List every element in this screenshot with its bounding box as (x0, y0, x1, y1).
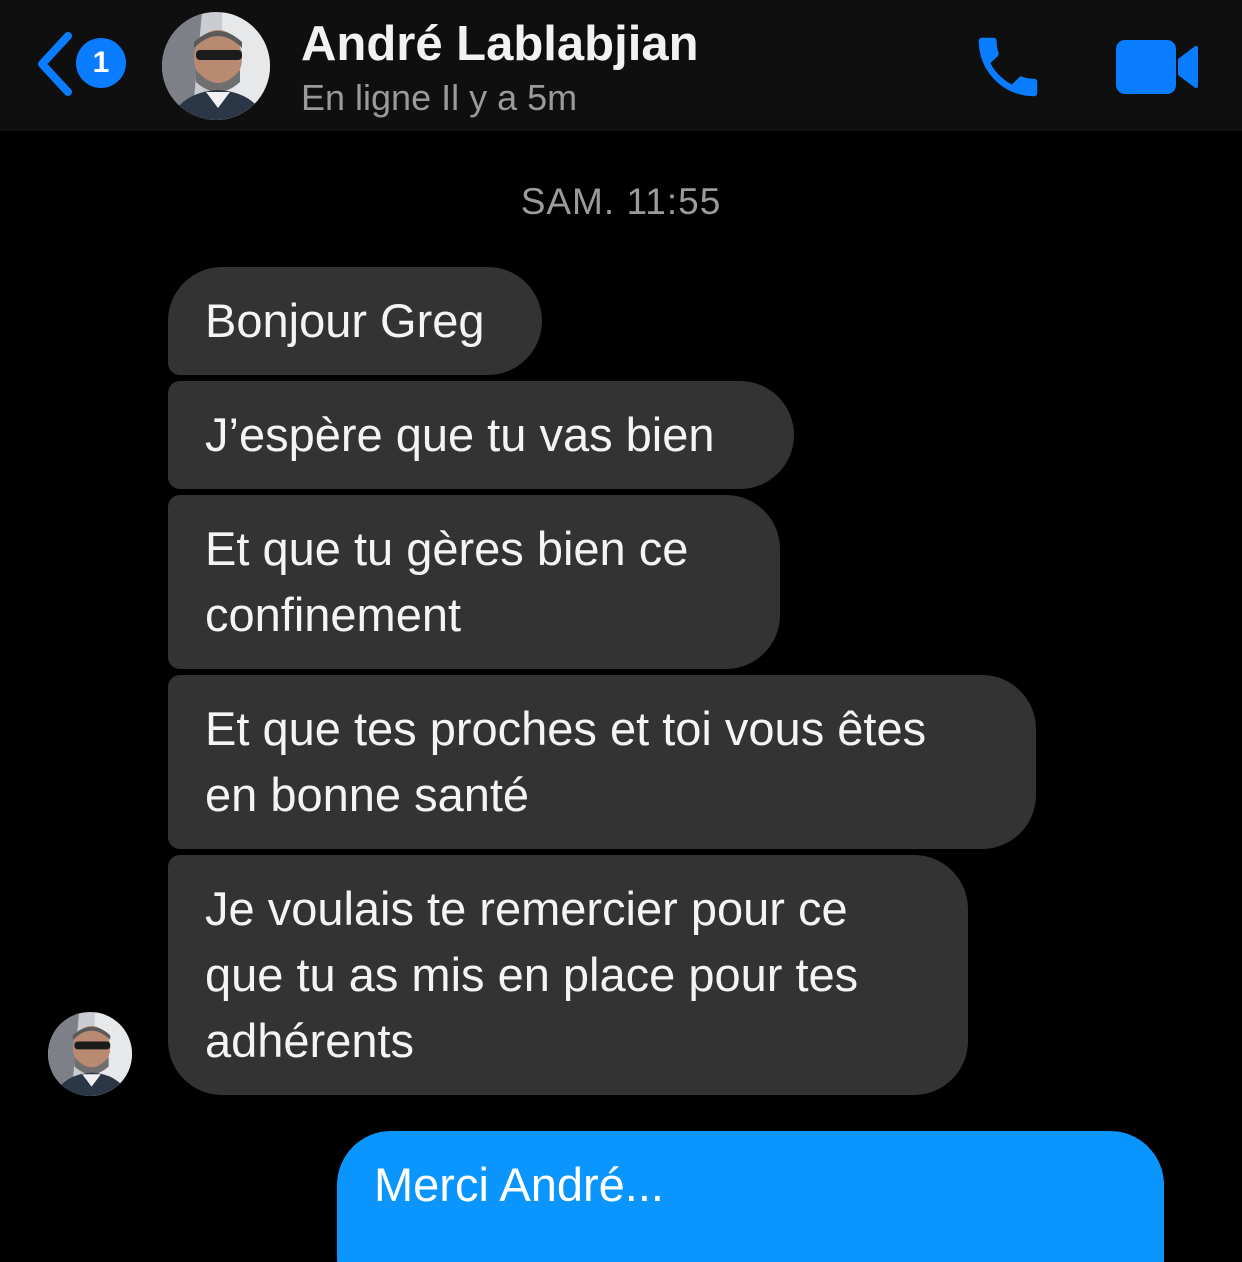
contact-avatar[interactable] (162, 12, 270, 120)
chevron-left-icon (38, 32, 72, 96)
message-line: Et que tu gères bien ce (205, 522, 689, 575)
received-message[interactable]: Bonjour Greg (168, 267, 542, 375)
message-timestamp: SAM. 11:55 (520, 181, 722, 222)
messenger-chat-screen: 1 André Lablabjian En ligne Il y a 5m SA… (0, 0, 1242, 1262)
message-line: que tu as mis en place pour tes (205, 948, 859, 1001)
back-button[interactable]: 1 (36, 28, 132, 100)
message-line: adhérents (205, 1014, 415, 1067)
contact-name[interactable]: André Lablabjian (301, 14, 699, 74)
video-camera-icon (1116, 40, 1198, 94)
message-line: J’espère que tu vas bien (205, 408, 715, 461)
avatar-photo (48, 1012, 132, 1096)
unread-badge: 1 (76, 38, 126, 88)
message-line: Merci André... (374, 1158, 664, 1211)
received-message[interactable]: Et que tu gères bien ce confinement (168, 495, 780, 669)
avatar-photo (162, 12, 270, 120)
phone-icon (978, 37, 1038, 97)
contact-status: En ligne Il y a 5m (301, 77, 578, 118)
message-line: Je voulais te remercier pour ce (205, 882, 848, 935)
call-button[interactable] (966, 28, 1050, 106)
received-message[interactable]: J’espère que tu vas bien (168, 381, 794, 489)
received-message[interactable]: Je voulais te remercier pour ce que tu a… (168, 855, 968, 1095)
chat-header: 1 André Lablabjian En ligne Il y a 5m (0, 0, 1242, 131)
sender-avatar[interactable] (48, 1012, 132, 1096)
video-call-button[interactable] (1110, 36, 1202, 98)
message-line: Bonjour Greg (205, 294, 485, 347)
message-line: en bonne santé (205, 768, 530, 821)
message-line: Et que tes proches et toi vous êtes (205, 702, 927, 755)
message-line: confinement (205, 588, 462, 641)
received-message[interactable]: Et que tes proches et toi vous êtes en b… (168, 675, 1036, 849)
sent-message[interactable]: Merci André... (337, 1131, 1164, 1262)
